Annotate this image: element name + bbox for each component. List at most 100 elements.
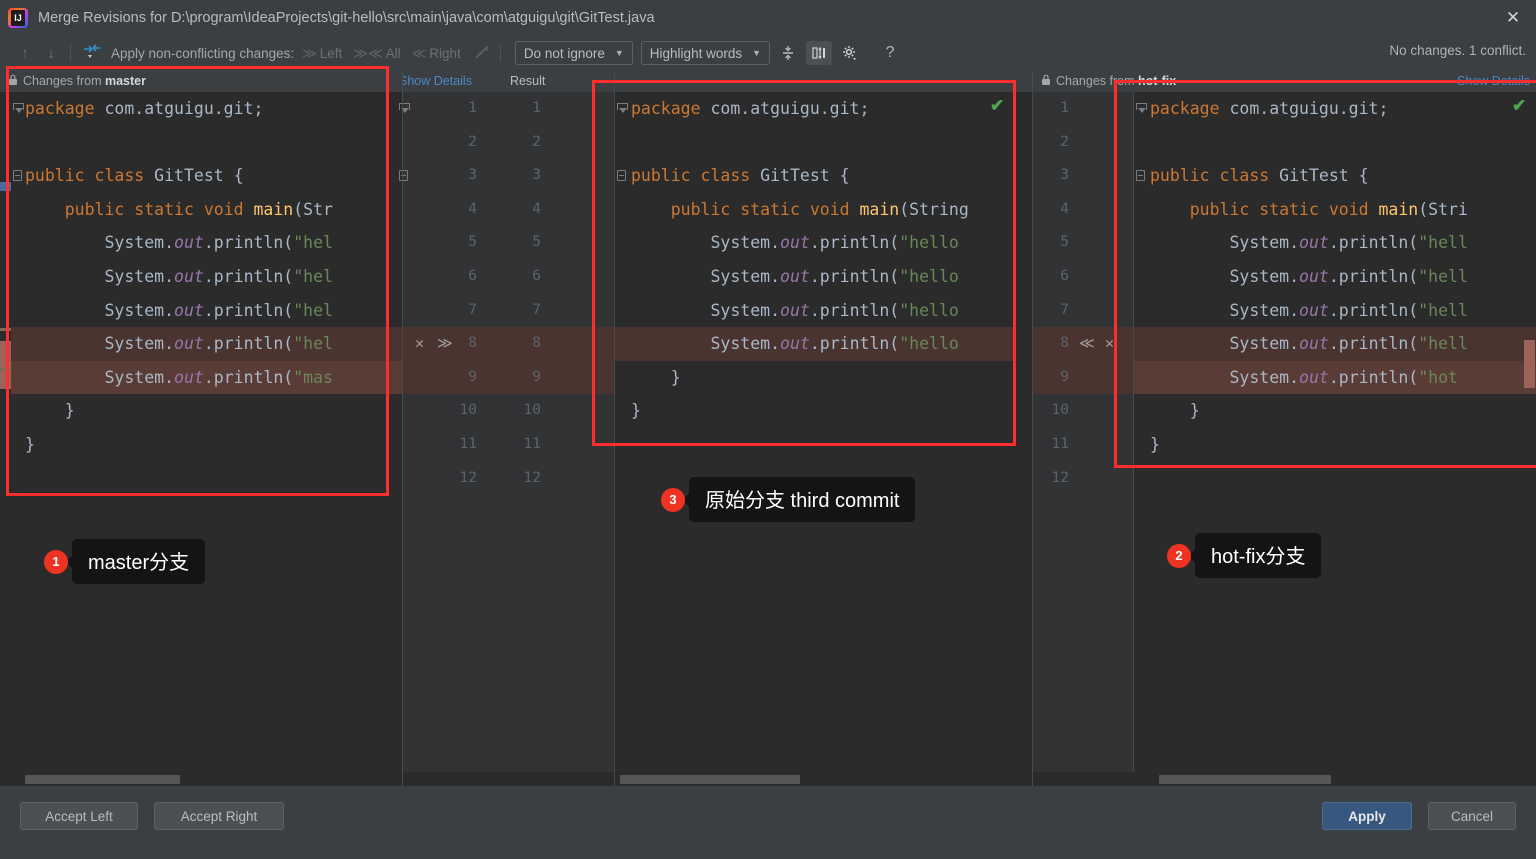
highlight-policy-select[interactable]: Highlight words ▼ <box>641 41 770 65</box>
conflict-stripe-marker[interactable] <box>0 341 11 389</box>
fold-arrow-icon[interactable] <box>13 103 22 114</box>
left-hscrollbar-thumb[interactable] <box>25 775 180 784</box>
right-show-details-link[interactable]: Show Details <box>1457 74 1530 88</box>
accept-left-button[interactable]: Accept Left <box>20 802 138 830</box>
right-code-editor[interactable]: package com.atguigu.git;public class Git… <box>1134 92 1536 772</box>
code-line: System.out.println("mas <box>11 361 403 395</box>
fold-minus-icon[interactable] <box>13 170 22 181</box>
toggle-panes-icon[interactable] <box>806 41 832 65</box>
gutter-line: ✕≫88 <box>403 327 615 361</box>
code-token: .println( <box>810 301 899 320</box>
right-hscrollbar[interactable] <box>1134 772 1536 786</box>
code-token: .println( <box>810 334 899 353</box>
right-line-number-gutter[interactable]: 12345678≪✕9101112 <box>1033 92 1134 772</box>
apply-all-non-conflicting-icon[interactable] <box>77 43 107 63</box>
code-line: } <box>615 361 1015 395</box>
code-line: package com.atguigu.git; <box>615 92 1015 126</box>
code-token <box>1150 200 1190 219</box>
code-token: System. <box>631 267 780 286</box>
result-line-number: 6 <box>511 260 541 294</box>
code-line: System.out.println("hel <box>11 294 403 328</box>
cancel-button[interactable]: Cancel <box>1428 802 1516 830</box>
annotation-badge-3: 3 <box>661 488 685 512</box>
fold-arrow-icon[interactable] <box>399 103 408 114</box>
fold-arrow-icon[interactable] <box>617 103 626 114</box>
code-line: package com.atguigu.git; <box>11 92 403 126</box>
annotation-callout-3: 3 原始分支 third commit <box>661 477 915 522</box>
code-token: public static void <box>65 200 244 219</box>
result-line-number: 2 <box>511 126 541 160</box>
gutter-line: 10 <box>1033 394 1134 428</box>
code-token: .println( <box>810 267 899 286</box>
code-line: public static void main(Str <box>11 193 403 227</box>
code-token: "hell <box>1418 334 1468 353</box>
fold-arrow-icon[interactable] <box>1136 103 1145 114</box>
window-title: Merge Revisions for D:\program\IdeaProje… <box>38 10 655 26</box>
apply-right-action[interactable]: ≪ Right <box>412 45 470 62</box>
center-hscrollbar[interactable] <box>615 772 1033 786</box>
apply-all-action[interactable]: ≫≪ All <box>353 45 409 62</box>
center-show-details-link[interactable]: Show Details <box>403 74 472 88</box>
accept-right-button[interactable]: Accept Right <box>154 802 284 830</box>
annotation-badge-1: 1 <box>44 550 68 574</box>
code-line: public static void main(String <box>615 193 1015 227</box>
result-line-number: 7 <box>511 294 541 328</box>
left-hscrollbar[interactable] <box>0 772 403 786</box>
ignore-policy-select[interactable]: Do not ignore ▼ <box>515 41 633 65</box>
gutter-line: 12 <box>1033 462 1134 496</box>
close-icon[interactable]: ✕ <box>1490 0 1536 36</box>
code-token: main <box>244 200 294 219</box>
code-token: com.atguigu.git; <box>701 99 870 118</box>
code-token: (Str <box>293 200 333 219</box>
change-stripe-marker <box>0 368 11 371</box>
code-token <box>631 200 671 219</box>
center-line-number-gutter[interactable]: 11223344556677✕≫8899101011111212 <box>403 92 615 772</box>
code-line <box>615 126 1015 160</box>
apply-button[interactable]: Apply <box>1322 802 1412 830</box>
right-hscrollbar-thumb[interactable] <box>1159 775 1331 784</box>
toolbar-divider-2 <box>500 44 501 62</box>
code-token: out <box>174 368 204 387</box>
accept-from-right-icon[interactable]: ≪ <box>1079 327 1095 361</box>
code-token: System. <box>631 301 780 320</box>
chevron-left-icon: ≪ <box>412 45 427 62</box>
code-line: public class GitTest { <box>615 159 1015 193</box>
right-conflict-stripe-marker[interactable] <box>1524 340 1535 388</box>
pane-divider-2 <box>614 70 615 786</box>
result-code-editor[interactable]: package com.atguigu.git; public class Git… <box>615 92 1015 772</box>
magic-resolve-icon[interactable] <box>474 44 490 63</box>
code-token: System. <box>1150 334 1299 353</box>
code-token: System. <box>1150 301 1299 320</box>
apply-left-action[interactable]: ≫ Left <box>302 45 351 62</box>
result-line-number: 11 <box>511 428 541 462</box>
right-pane-prefix: Changes from <box>1056 74 1138 88</box>
intellij-idea-logo-icon <box>8 8 28 28</box>
settings-icon[interactable] <box>837 41 863 65</box>
code-token: "hell <box>1418 267 1468 286</box>
fold-minus-icon[interactable] <box>399 170 408 181</box>
code-token: GitTest { <box>750 166 849 185</box>
lock-icon <box>1041 74 1051 89</box>
center-hscrollbar-thumb[interactable] <box>620 775 800 784</box>
code-token: System. <box>1150 368 1299 387</box>
collapse-unchanged-fragments-icon[interactable] <box>775 41 801 65</box>
pane-divider-4 <box>1133 92 1134 772</box>
center-pane-header: Show Details Result <box>403 70 615 92</box>
code-line: public static void main(Stri <box>1134 193 1536 227</box>
reject-conflict-icon[interactable]: ✕ <box>415 327 424 361</box>
right-line-number: 3 <box>1039 159 1069 193</box>
fold-minus-icon[interactable] <box>1136 170 1145 181</box>
help-icon[interactable]: ? <box>877 41 903 65</box>
reject-conflict-icon[interactable]: ✕ <box>1105 327 1114 361</box>
fold-minus-icon[interactable] <box>617 170 626 181</box>
left-line-number: 10 <box>447 394 477 428</box>
code-token: } <box>1150 435 1160 454</box>
code-token: .println( <box>204 368 293 387</box>
code-line: System.out.println("hello <box>615 294 1015 328</box>
right-line-number: 4 <box>1039 193 1069 227</box>
code-token: "hel <box>293 267 333 286</box>
next-difference-button[interactable]: ↓ <box>38 45 64 62</box>
previous-difference-button[interactable]: ↑ <box>12 45 38 62</box>
left-code-editor[interactable]: package com.atguigu.git;public class Git… <box>11 92 403 772</box>
code-line: } <box>1134 428 1536 462</box>
